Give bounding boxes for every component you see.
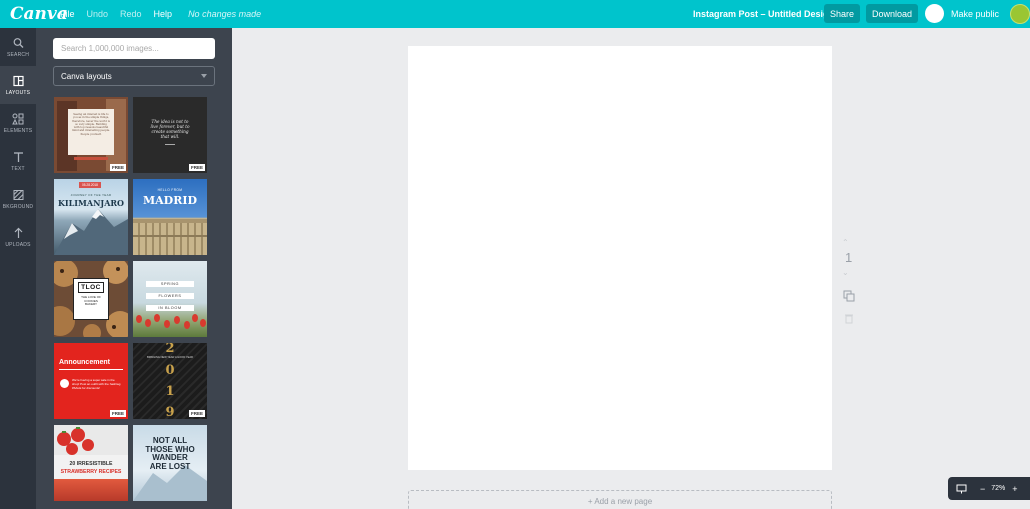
layout-digit: 0 bbox=[165, 363, 175, 378]
layout-thumbnail[interactable]: Seeing an interest is life to you as in … bbox=[54, 97, 128, 173]
layout-title: KILIMANJARO bbox=[57, 198, 125, 208]
file-menu[interactable]: File bbox=[60, 9, 75, 19]
layout-line: ARE LOST bbox=[149, 461, 191, 471]
rail-label: UPLOADS bbox=[5, 241, 31, 248]
layout-thumbnail[interactable]: SPRING FLOWERS IN BLOOM bbox=[133, 261, 207, 337]
layout-thumbnail[interactable]: TLOC THE LOVE OF COOKIES BAKERY bbox=[54, 261, 128, 337]
rail-label: TEXT bbox=[11, 165, 25, 172]
design-page[interactable] bbox=[408, 46, 832, 470]
rail-item-layouts[interactable]: LAYOUTS bbox=[0, 66, 36, 104]
delete-page-icon[interactable] bbox=[844, 313, 854, 324]
layout-line: FLOWERS bbox=[146, 293, 194, 299]
zoom-level[interactable]: 72% bbox=[991, 485, 1005, 492]
upload-icon bbox=[14, 227, 22, 238]
rail-item-elements[interactable]: ELEMENTS bbox=[0, 104, 36, 142]
layout-text: The idea is not to live forever, but to … bbox=[150, 118, 190, 140]
elements-icon bbox=[12, 113, 24, 124]
megaphone-icon bbox=[60, 379, 69, 388]
layout-thumbnail[interactable]: The idea is not to live forever, but to … bbox=[133, 97, 207, 173]
presenter-icon[interactable] bbox=[956, 484, 967, 494]
layout-line: IN BLOOM bbox=[146, 305, 194, 311]
search-icon bbox=[13, 37, 23, 48]
zoom-out-button[interactable]: − bbox=[980, 484, 985, 494]
layout-thumbnail[interactable]: HELLO FROM MADRID bbox=[133, 179, 207, 255]
rail-label: BKGROUND bbox=[2, 203, 34, 210]
background-icon bbox=[13, 189, 23, 200]
layout-digit: 1 bbox=[165, 384, 175, 399]
layout-text: Seeing an interest is life to you as in … bbox=[68, 109, 114, 155]
rail-item-text[interactable]: TEXT bbox=[0, 142, 36, 180]
strawberries-image bbox=[54, 425, 128, 455]
rail-label: SEARCH bbox=[6, 51, 30, 58]
layout-thumbnail[interactable]: Announcement We're having a super sale i… bbox=[54, 343, 128, 419]
page-down-icon[interactable]: ⌄ bbox=[842, 268, 849, 277]
text-icon bbox=[13, 151, 23, 162]
tulips-image bbox=[136, 314, 206, 329]
layouts-icon bbox=[12, 75, 24, 86]
undo-button[interactable]: Undo bbox=[87, 9, 109, 19]
make-public-toggle[interactable] bbox=[925, 4, 944, 23]
layout-text: We're having a super sale in the shop! P… bbox=[72, 378, 121, 390]
redo-button[interactable]: Redo bbox=[120, 9, 142, 19]
layout-title: Announcement bbox=[59, 359, 110, 366]
zoom-in-button[interactable]: + bbox=[1012, 484, 1017, 494]
zoom-control: − 72% + bbox=[948, 477, 1030, 500]
duplicate-page-icon[interactable] bbox=[843, 290, 855, 302]
save-status: No changes made bbox=[188, 9, 262, 19]
help-menu[interactable]: Help bbox=[154, 9, 173, 19]
search-input[interactable] bbox=[53, 38, 215, 59]
free-badge: FREE bbox=[109, 410, 126, 417]
layout-date: 05.28.2018 bbox=[79, 182, 101, 188]
rail-item-background[interactable]: BKGROUND bbox=[0, 180, 36, 218]
rail-label: ELEMENTS bbox=[3, 127, 33, 134]
layout-subtitle: THE LOVE OF COOKIES BAKERY bbox=[81, 295, 101, 307]
layout-subtitle: JOURNEY OF THE YEAR bbox=[70, 193, 112, 197]
rail-label: LAYOUTS bbox=[5, 89, 31, 96]
add-page-button[interactable]: + Add a new page bbox=[408, 490, 832, 509]
avatar[interactable] bbox=[1010, 4, 1030, 24]
free-badge: FREE bbox=[188, 164, 205, 171]
page-number: 1 bbox=[845, 250, 853, 265]
rail-item-uploads[interactable]: UPLOADS bbox=[0, 218, 36, 256]
page-up-icon[interactable]: ⌃ bbox=[842, 238, 849, 247]
layout-number: 20 IRRESISTIBLE bbox=[69, 461, 113, 467]
mountain-image bbox=[54, 209, 128, 255]
layout-digit: 2 bbox=[165, 343, 175, 356]
layout-thumbnail[interactable]: NOT ALL THOSE WHO WANDER ARE LOST bbox=[133, 425, 207, 501]
download-button[interactable]: Download bbox=[866, 4, 918, 23]
free-badge: FREE bbox=[109, 164, 126, 171]
layout-title: TLOC bbox=[78, 282, 104, 293]
chevron-down-icon bbox=[201, 74, 207, 78]
document-title[interactable]: Instagram Post – Untitled Design bbox=[693, 9, 834, 19]
category-select[interactable]: Canva layouts bbox=[53, 66, 215, 86]
layout-thumbnail[interactable]: 20 IRRESISTIBLE STRAWBERRY RECIPES bbox=[54, 425, 128, 501]
make-public-label: Make public bbox=[951, 9, 1000, 19]
layout-thumbnail[interactable]: 05.28.2018 JOURNEY OF THE YEAR KILIMANJA… bbox=[54, 179, 128, 255]
layouts-panel: Canva layouts Seeing an interest is life… bbox=[36, 28, 232, 509]
free-badge: FREE bbox=[188, 410, 205, 417]
layout-text: BRINGING NEW YEAR A GOOD YEAR bbox=[147, 356, 193, 359]
layout-thumbnail[interactable]: 2 BRINGING NEW YEAR A GOOD YEAR 0 1 9 FR… bbox=[133, 343, 207, 419]
rail-item-search[interactable]: SEARCH bbox=[0, 28, 36, 66]
share-button[interactable]: Share bbox=[824, 4, 860, 23]
layout-title: MADRID bbox=[142, 194, 198, 207]
category-select-value: Canva layouts bbox=[61, 71, 112, 81]
canva-logo[interactable]: Canva bbox=[10, 4, 68, 24]
layout-line: SPRING bbox=[146, 281, 194, 287]
layout-title: STRAWBERRY RECIPES bbox=[60, 469, 122, 475]
side-rail: SEARCH LAYOUTS ELEMENTS TEXT BKGROUND UP… bbox=[0, 28, 36, 509]
layout-subtitle: HELLO FROM bbox=[157, 188, 183, 192]
